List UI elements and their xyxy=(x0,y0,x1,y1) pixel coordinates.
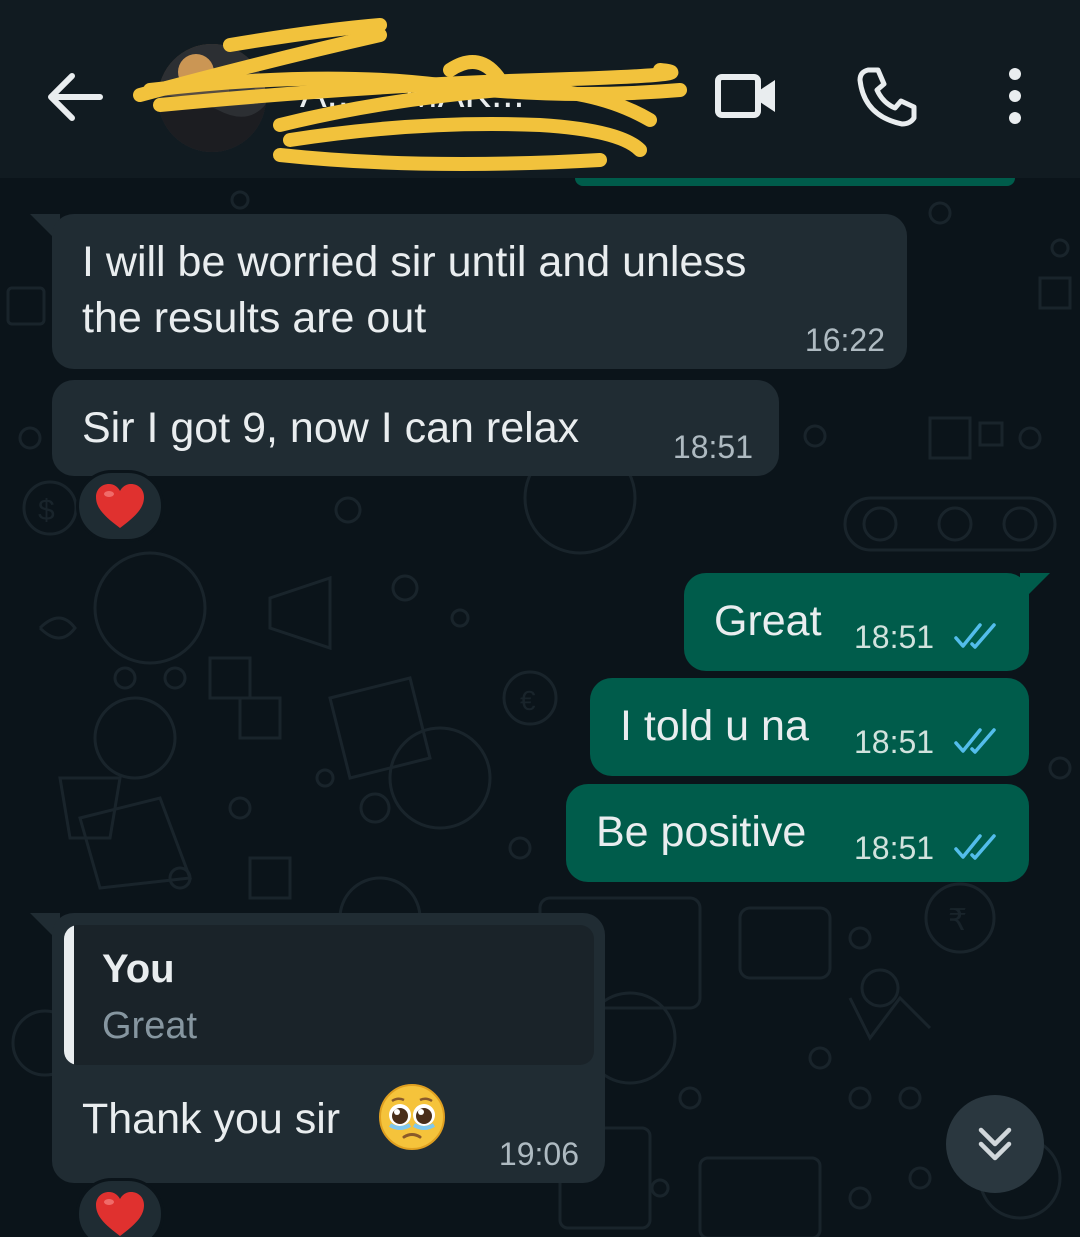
message-time: 19:06 xyxy=(498,1136,579,1172)
message-text: I will be worried sir until and unless xyxy=(82,238,747,286)
contact-name[interactable]: A... ...MAK... xyxy=(300,72,670,122)
video-call-button[interactable] xyxy=(705,62,785,132)
heart-icon xyxy=(96,484,144,528)
quote-text: Great xyxy=(102,1005,198,1047)
message-time: 16:22 xyxy=(804,322,885,358)
outgoing-message[interactable]: Great 18:51 xyxy=(684,573,1029,671)
chat-header: A... ...MAK... xyxy=(0,0,1080,178)
read-ticks-icon xyxy=(954,834,996,860)
previous-message-edge xyxy=(575,178,1015,186)
message-time: 18:51 xyxy=(854,619,935,655)
video-call-icon xyxy=(715,74,775,118)
message-text: Sir I got 9, now I can relax xyxy=(82,404,580,452)
outgoing-message[interactable]: I told u na 18:51 xyxy=(590,678,1029,776)
read-ticks-icon xyxy=(954,623,996,649)
outgoing-message[interactable]: Be positive 18:51 xyxy=(566,784,1029,882)
arrow-left-icon xyxy=(48,73,103,121)
svg-text:$: $ xyxy=(38,494,55,527)
message-time: 18:51 xyxy=(672,429,753,465)
double-chevron-down-icon xyxy=(978,1127,1012,1161)
more-vertical-icon xyxy=(1009,68,1021,124)
message-text: I told u na xyxy=(620,702,809,750)
back-button[interactable] xyxy=(40,62,110,132)
read-ticks-icon xyxy=(954,728,996,754)
quote-bar xyxy=(64,925,74,1065)
reaction-badge[interactable] xyxy=(76,470,164,542)
scroll-to-bottom-button[interactable] xyxy=(946,1095,1044,1193)
reaction-badge[interactable] xyxy=(76,1178,164,1237)
contact-avatar[interactable] xyxy=(158,44,266,152)
quoted-message[interactable]: You Great xyxy=(64,925,594,1065)
pleading-face-emoji xyxy=(378,1083,446,1151)
more-options-button[interactable] xyxy=(990,62,1040,132)
message-text: the results are out xyxy=(82,294,427,342)
message-text: Thank you sir xyxy=(82,1095,341,1143)
incoming-message[interactable]: Sir I got 9, now I can relax 18:51 xyxy=(52,380,779,476)
incoming-reply-message[interactable]: You Great Thank you sir 19:06 xyxy=(52,913,605,1183)
heart-icon xyxy=(96,1192,144,1236)
phone-icon xyxy=(857,67,917,127)
incoming-message[interactable]: I will be worried sir until and unless t… xyxy=(52,214,907,369)
message-text: Great xyxy=(714,597,822,645)
message-time: 18:51 xyxy=(854,830,935,866)
message-text: Be positive xyxy=(596,808,807,856)
svg-text:€: € xyxy=(520,685,536,716)
svg-text:₹: ₹ xyxy=(948,904,967,937)
message-time: 18:51 xyxy=(854,724,935,760)
voice-call-button[interactable] xyxy=(850,58,926,134)
chat-area[interactable]: $ € ₹ I will be worried sir until and un… xyxy=(0,178,1080,1237)
quote-author: You xyxy=(102,947,175,991)
